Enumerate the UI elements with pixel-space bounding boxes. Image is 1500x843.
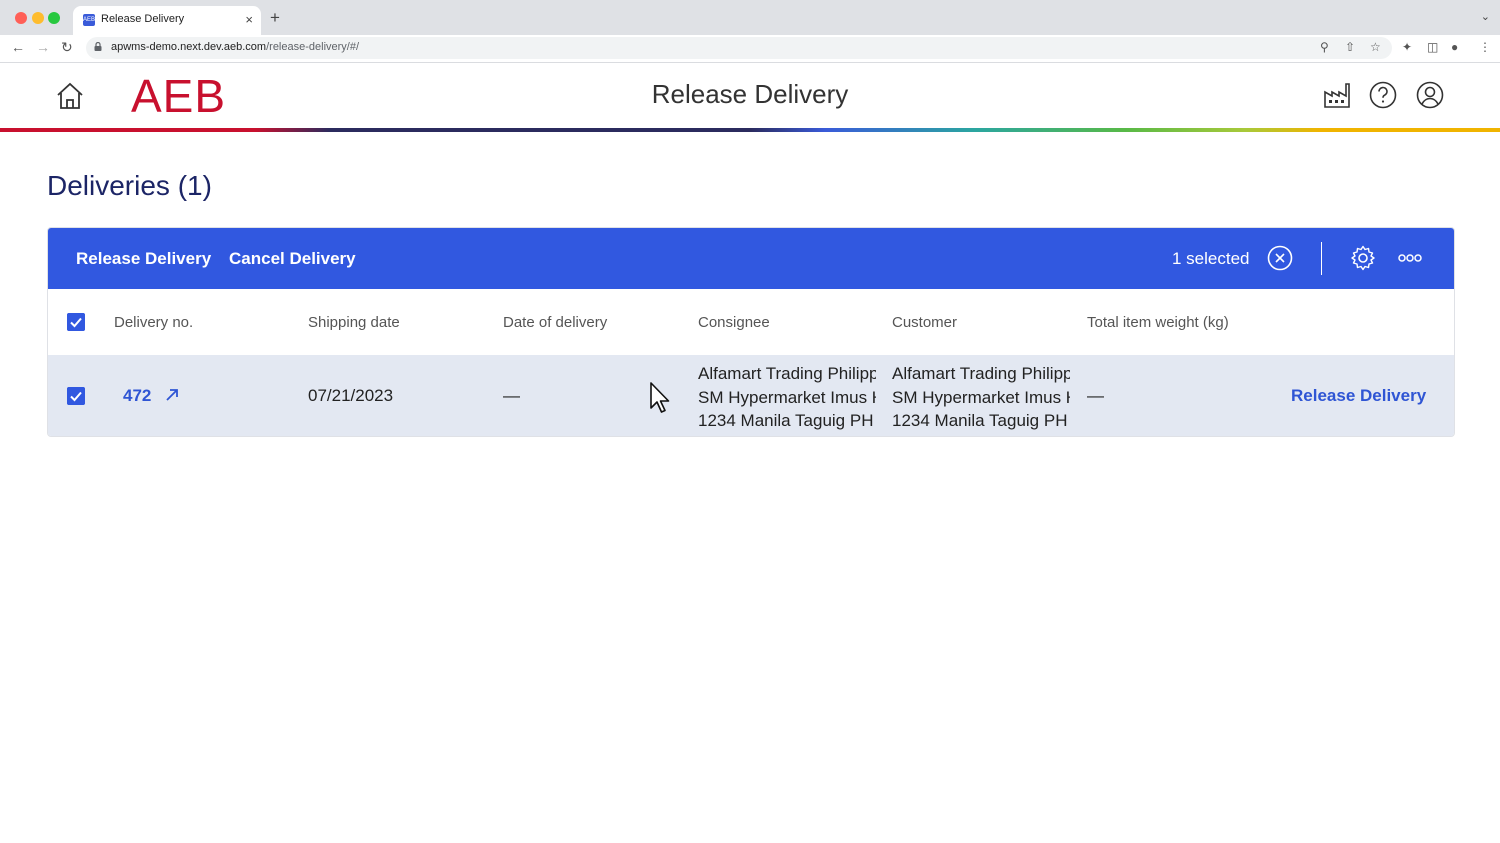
release-delivery-button[interactable]: Release Delivery: [76, 249, 211, 269]
page-title: Release Delivery: [651, 79, 849, 109]
back-arrow-icon[interactable]: ←: [11, 39, 25, 55]
customer-line-3: 1234 Manila Taguig PH: [892, 411, 1068, 430]
window-maximize-button[interactable]: [48, 12, 60, 24]
tab-search-chevron-icon[interactable]: ⌄: [1481, 10, 1490, 23]
date-of-delivery-cell: —: [503, 386, 520, 405]
cancel-delivery-button[interactable]: Cancel Delivery: [229, 249, 356, 269]
column-header-date-of-delivery[interactable]: Date of delivery: [503, 314, 607, 331]
mouse-cursor-icon: [650, 382, 670, 413]
window-minimize-button[interactable]: [32, 12, 44, 24]
new-tab-button[interactable]: +: [270, 8, 280, 28]
help-icon[interactable]: [1368, 80, 1398, 110]
selected-count: 1 selected: [1172, 249, 1250, 268]
favicon-icon: AEB: [83, 14, 95, 26]
brand-color-stripe: [0, 128, 1500, 132]
selection-action-bar: Release Delivery Cancel Delivery 1 selec…: [48, 228, 1454, 289]
select-all-checkbox[interactable]: [67, 313, 85, 331]
browser-tabstrip: AEB Release Delivery × + ⌄: [0, 0, 1500, 35]
column-header-customer[interactable]: Customer: [892, 314, 957, 331]
consignee-line-2: SM Hypermarket Imus H: [698, 387, 876, 407]
customer-line-1: Alfamart Trading Philipp: [892, 364, 1070, 383]
consignee-cell: Alfamart Trading Philipp SM Hypermarket …: [698, 362, 876, 433]
side-panel-icon[interactable]: ◫: [1427, 40, 1438, 54]
url-path: /release-delivery/#/: [266, 41, 360, 53]
window-close-button[interactable]: [15, 12, 27, 24]
share-icon[interactable]: ⇧: [1345, 40, 1355, 54]
customer-cell: Alfamart Trading Philipp SM Hypermarket …: [892, 362, 1070, 433]
column-header-shipping-date[interactable]: Shipping date: [308, 314, 400, 331]
extensions-icon[interactable]: ✦: [1402, 40, 1412, 54]
customer-line-2: SM Hypermarket Imus H: [892, 387, 1070, 407]
profile-avatar-icon[interactable]: ●: [1451, 40, 1458, 54]
shipping-date-cell: 07/21/2023: [308, 386, 394, 405]
browser-toolbar: ← → ↻ apwms-demo.next.dev.aeb.com/releas…: [0, 35, 1500, 63]
row-select-checkbox[interactable]: [67, 387, 85, 405]
browser-tab[interactable]: AEB Release Delivery ×: [73, 6, 261, 35]
consignee-line-1: Alfamart Trading Philipp: [698, 364, 876, 383]
table-row[interactable]: 472 07/21/2023 — Alfamart Trading Philip…: [48, 355, 1454, 436]
delivery-number-link[interactable]: 472: [123, 386, 180, 406]
clear-selection-icon[interactable]: [1267, 245, 1293, 271]
open-link-arrow-icon: [166, 389, 179, 401]
more-options-icon[interactable]: [1397, 245, 1423, 271]
url-host: apwms-demo.next.dev.aeb.com: [111, 41, 267, 53]
column-header-total-item-weight[interactable]: Total item weight (kg): [1087, 314, 1229, 331]
column-header-consignee[interactable]: Consignee: [698, 314, 770, 331]
table-header-row: Delivery no. Shipping date Date of deliv…: [48, 289, 1454, 356]
column-header-delivery-no[interactable]: Delivery no.: [114, 314, 193, 331]
row-release-delivery-button[interactable]: Release Delivery: [1291, 386, 1426, 406]
deliveries-table-card: Release Delivery Cancel Delivery 1 selec…: [47, 227, 1455, 437]
url-text: apwms-demo.next.dev.aeb.com/release-deli…: [111, 41, 359, 53]
lock-icon: [94, 42, 102, 51]
deliveries-heading: Deliveries (1): [47, 170, 212, 201]
tab-title: Release Delivery: [101, 13, 185, 25]
address-bar[interactable]: apwms-demo.next.dev.aeb.com/release-deli…: [86, 37, 1392, 59]
warehouse-icon[interactable]: [1322, 80, 1352, 110]
total-weight-cell: —: [1087, 386, 1104, 405]
browser-menu-icon[interactable]: ⋮: [1479, 40, 1491, 54]
consignee-line-3: 1234 Manila Taguig PH: [698, 411, 874, 430]
user-account-icon[interactable]: [1415, 80, 1445, 110]
zoom-icon[interactable]: ⚲: [1320, 40, 1329, 54]
settings-icon[interactable]: [1350, 245, 1376, 271]
forward-arrow-icon[interactable]: →: [36, 39, 50, 55]
action-bar-divider: [1321, 242, 1322, 275]
app-header: AEB Release Delivery: [0, 63, 1500, 128]
delivery-number: 472: [123, 386, 152, 405]
reload-icon[interactable]: ↻: [61, 39, 73, 56]
bookmark-star-icon[interactable]: ☆: [1370, 40, 1381, 54]
tab-close-icon[interactable]: ×: [245, 12, 253, 27]
